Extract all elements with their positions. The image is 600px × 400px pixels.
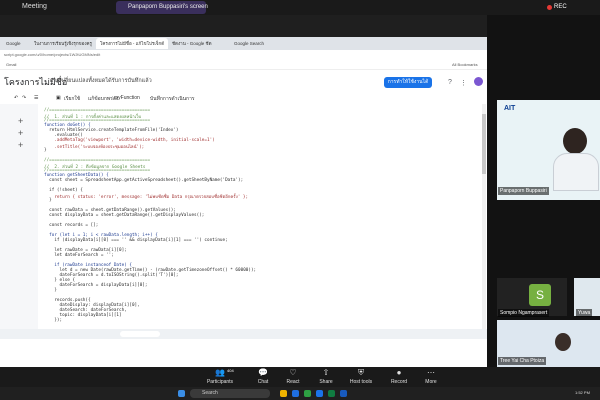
code-line[interactable]: }	[44, 148, 47, 153]
react-button[interactable]: React	[278, 379, 308, 385]
participant-name: Sompio Ngamprasert	[498, 309, 550, 317]
presenter-name: Panpaporn Buppasiri	[498, 187, 549, 195]
undo-icon[interactable]: ↶	[14, 95, 18, 101]
record-button[interactable]: Record	[384, 379, 414, 385]
zoom-top-bar: Meeting Panpaporn Buppasiri's screen REC	[0, 0, 600, 15]
chrome-icon[interactable]	[304, 390, 311, 397]
browser-tab[interactable]: ใบงานการเรียนรู้เชิงรุกของครู	[30, 38, 96, 49]
presenter-face	[563, 128, 587, 154]
code-line[interactable]: .setTitle('ระบบจองห้องประชุมออนไลน์');	[44, 143, 144, 150]
code-line[interactable]: let dateForSearch = '';	[44, 253, 114, 258]
apps-grid-icon[interactable]: ⋮	[460, 79, 467, 87]
save-icon[interactable]: ▣	[56, 95, 61, 101]
editor-scrollbar[interactable]	[482, 104, 486, 329]
windows-taskbar	[0, 387, 600, 400]
code-line[interactable]: const sheet = SpreadsheetApp.getActiveSp…	[44, 178, 243, 183]
participant-name: Tree Yai Cha Ptoiza	[498, 357, 547, 365]
code-line[interactable]: const records = [];	[44, 223, 98, 228]
taskbar-search[interactable]: Search	[190, 389, 270, 398]
help-icon[interactable]: ?	[448, 79, 452, 86]
exec-log-button[interactable]: บันทึกการดำเนินการ	[150, 95, 195, 103]
deploy-button[interactable]: การทำให้ใช้งานได้	[384, 77, 432, 88]
chat-icon[interactable]: 💬	[258, 368, 268, 377]
share-button[interactable]: Share	[311, 379, 341, 385]
add-file-icon[interactable]: +	[18, 116, 23, 126]
react-icon[interactable]: ♡	[288, 368, 298, 377]
more-button[interactable]: More	[416, 379, 446, 385]
add-service-icon[interactable]: +	[18, 140, 23, 150]
taskbar-search-placeholder: Search	[202, 390, 218, 396]
scroll-thumb[interactable]	[482, 114, 486, 174]
code-line[interactable]: if (displayData[i][0] === '' && displayD…	[44, 238, 227, 243]
remote-search	[120, 331, 160, 337]
files-sidebar: + + +	[0, 104, 39, 329]
file-explorer-icon[interactable]	[280, 390, 287, 397]
screen-share-indicator[interactable]: Panpaporn Buppasiri's screen	[116, 1, 208, 14]
code-line[interactable]: });	[44, 318, 62, 323]
participant-name-small: Yuwa	[576, 309, 593, 317]
excel-icon[interactable]	[328, 390, 335, 397]
chat-button[interactable]: Chat	[248, 379, 278, 385]
run-button[interactable]: เรียกใช้	[64, 95, 80, 103]
start-icon[interactable]	[178, 390, 185, 397]
record-dot-icon	[547, 5, 552, 10]
presenter-body	[553, 153, 599, 191]
browser-tab[interactable]: ชีตงาน - Google ชีต	[168, 38, 230, 49]
participant-face	[555, 333, 571, 351]
browser-tab-active[interactable]: โครงการไม่มีชื่อ - แก้ไขโปรเจ็กต์	[96, 38, 168, 49]
code-line[interactable]: dateForSearch = displayData[i][0];	[44, 283, 148, 288]
bookmarks-bar: Gmail All Bookmarks	[0, 60, 487, 70]
code-line[interactable]: const displayData = sheet.getDataRange()…	[44, 213, 204, 218]
format-icon[interactable]: ☰	[34, 95, 38, 101]
participants-count: 404	[227, 368, 234, 373]
browser-tab[interactable]: Google	[2, 38, 32, 49]
more-icon[interactable]: ⋯	[426, 368, 436, 377]
save-status: การเปลี่ยนแปลงทั้งหมดได้รับการบันทึกแล้ว	[50, 78, 152, 84]
add-library-icon[interactable]: +	[18, 128, 23, 138]
participants-icon[interactable]: 👥	[215, 368, 225, 377]
apps-script-header: โครงการไม่มีชื่อ การเปลี่ยนแปลงทั้งหมดได…	[0, 70, 487, 93]
participants-button[interactable]: Participants	[205, 379, 235, 385]
taskbar-time: 1:52 PM	[575, 390, 590, 395]
code-line[interactable]: return { status: 'error', message: 'ไม่พ…	[44, 193, 248, 200]
code-editor[interactable]: //======================================…	[38, 104, 487, 329]
zoom-app-icon[interactable]	[316, 390, 323, 397]
word-icon[interactable]	[340, 390, 347, 397]
app-title: Meeting	[22, 3, 47, 10]
function-select[interactable]: myFunction	[114, 95, 140, 101]
avatar[interactable]	[474, 77, 483, 86]
record-icon[interactable]: ●	[394, 368, 404, 377]
share-icon[interactable]: ⇧	[321, 368, 331, 377]
participant-initial: S	[529, 284, 551, 306]
bookmark-all[interactable]: All Bookmarks	[452, 62, 478, 67]
browser-tab-strip: Google ใบงานการเรียนรู้เชิงรุกของครู โคร…	[0, 37, 487, 50]
browser-tab[interactable]: Google Search	[230, 38, 278, 49]
address-text: script.google.com/u/0/home/projects/1WJt…	[4, 52, 101, 57]
ait-logo: AIT	[504, 105, 516, 112]
bookmark-gmail[interactable]: Gmail	[6, 62, 16, 67]
code-line[interactable]: }	[44, 288, 57, 293]
redo-icon[interactable]: ↷	[22, 95, 26, 101]
rec-label[interactable]: REC	[554, 4, 567, 10]
code-line[interactable]: }	[44, 198, 52, 203]
edge-icon[interactable]	[292, 390, 299, 397]
share-label: Panpaporn Buppasiri's screen	[128, 4, 208, 10]
host-tools-button[interactable]: Host tools	[346, 379, 376, 385]
host-tools-icon[interactable]: ⛨	[356, 368, 366, 377]
remote-taskbar	[0, 329, 487, 339]
